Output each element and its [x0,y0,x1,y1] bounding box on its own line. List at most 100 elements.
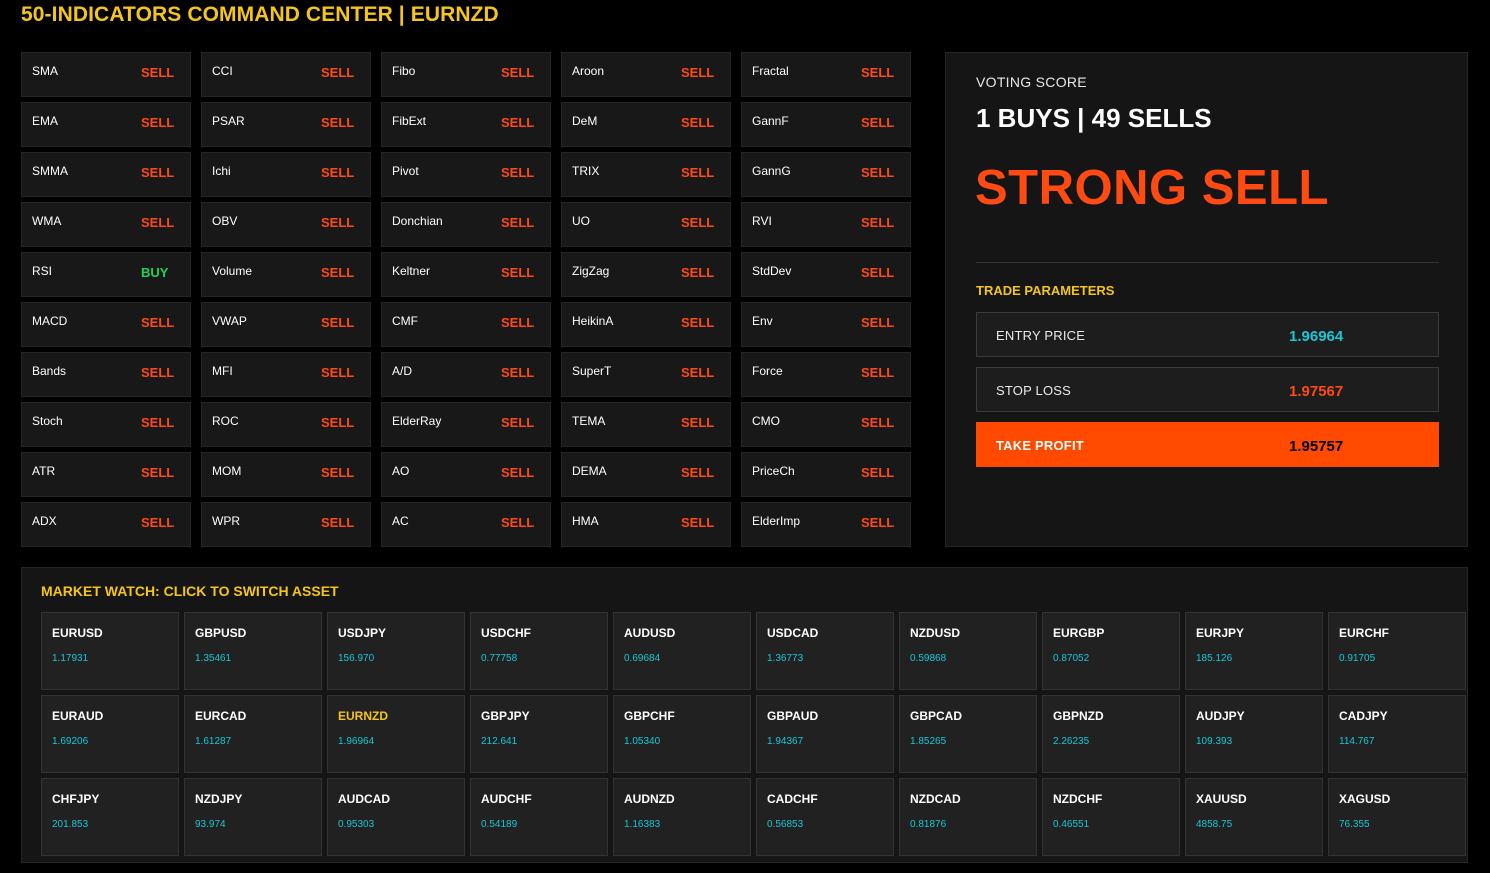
indicator-card[interactable]: ElderImp SELL [741,502,911,547]
indicator-card[interactable]: ElderRay SELL [381,402,551,447]
indicator-card[interactable]: CMO SELL [741,402,911,447]
asset-card[interactable]: NZDCAD 0.81876 [899,778,1037,856]
asset-price: 1.35461 [195,653,232,664]
asset-card[interactable]: CADCHF 0.56853 [756,778,894,856]
asset-card[interactable]: CADJPY 114.767 [1328,695,1466,773]
asset-card[interactable]: NZDCHF 0.46551 [1042,778,1180,856]
asset-card[interactable]: GBPNZD 2.26235 [1042,695,1180,773]
indicator-card[interactable]: DEMA SELL [561,452,731,497]
indicator-card[interactable]: AO SELL [381,452,551,497]
indicator-card[interactable]: Stoch SELL [21,402,191,447]
indicator-card[interactable]: RSI BUY [21,252,191,297]
indicator-name: WMA [32,214,62,228]
indicator-card[interactable]: DeM SELL [561,102,731,147]
indicator-card[interactable]: ROC SELL [201,402,371,447]
asset-symbol: GBPCHF [624,709,675,723]
indicator-card[interactable]: AC SELL [381,502,551,547]
indicator-card[interactable]: CMF SELL [381,302,551,347]
indicator-card[interactable]: SMA SELL [21,52,191,97]
indicator-card[interactable]: VWAP SELL [201,302,371,347]
indicator-card[interactable]: WMA SELL [21,202,191,247]
indicator-card[interactable]: MFI SELL [201,352,371,397]
asset-symbol: GBPCAD [910,709,963,723]
asset-symbol: NZDCHF [1053,792,1103,806]
indicator-card[interactable]: Aroon SELL [561,52,731,97]
indicator-card[interactable]: GannF SELL [741,102,911,147]
indicator-signal: SELL [141,365,175,380]
indicator-card[interactable]: Fractal SELL [741,52,911,97]
asset-card[interactable]: NZDUSD 0.59868 [899,612,1037,690]
indicator-card[interactable]: WPR SELL [201,502,371,547]
asset-card[interactable]: EURAUD 1.69206 [41,695,179,773]
indicator-card[interactable]: ATR SELL [21,452,191,497]
asset-card[interactable]: XAUUSD 4858.75 [1185,778,1323,856]
indicator-card[interactable]: TRIX SELL [561,152,731,197]
indicator-card[interactable]: ZigZag SELL [561,252,731,297]
indicator-card[interactable]: StdDev SELL [741,252,911,297]
indicator-card[interactable]: CCI SELL [201,52,371,97]
indicator-card[interactable]: Env SELL [741,302,911,347]
asset-card[interactable]: USDCHF 0.77758 [470,612,608,690]
asset-card[interactable]: GBPAUD 1.94367 [756,695,894,773]
indicator-signal: SELL [321,515,355,530]
asset-card[interactable]: GBPUSD 1.35461 [184,612,322,690]
indicator-card[interactable]: Pivot SELL [381,152,551,197]
indicator-card[interactable]: Keltner SELL [381,252,551,297]
indicator-card[interactable]: GannG SELL [741,152,911,197]
indicator-card[interactable]: SuperT SELL [561,352,731,397]
take-profit-value: 1.95757 [1289,438,1344,455]
asset-card[interactable]: EURCAD 1.61287 [184,695,322,773]
indicator-name: UO [572,214,590,228]
indicator-card[interactable]: OBV SELL [201,202,371,247]
asset-card[interactable]: AUDCAD 0.95303 [327,778,465,856]
asset-card[interactable]: EURJPY 185.126 [1185,612,1323,690]
asset-price: 1.69206 [52,736,89,747]
asset-price: 109.393 [1196,736,1233,747]
asset-symbol: NZDJPY [195,792,243,806]
indicator-card[interactable]: PSAR SELL [201,102,371,147]
asset-card[interactable]: EURGBP 0.87052 [1042,612,1180,690]
indicator-card[interactable]: Fibo SELL [381,52,551,97]
asset-card[interactable]: CHFJPY 201.853 [41,778,179,856]
indicator-card[interactable]: Bands SELL [21,352,191,397]
indicator-card[interactable]: MACD SELL [21,302,191,347]
asset-card[interactable]: EURCHF 0.91705 [1328,612,1466,690]
asset-card[interactable]: EURNZD 1.96964 [327,695,465,773]
asset-card[interactable]: GBPJPY 212.641 [470,695,608,773]
asset-card[interactable]: USDJPY 156.970 [327,612,465,690]
asset-card[interactable]: XAGUSD 76.355 [1328,778,1466,856]
indicator-signal: SELL [861,165,895,180]
asset-symbol: USDCHF [481,626,531,640]
indicator-card[interactable]: FibExt SELL [381,102,551,147]
asset-price: 0.77758 [481,653,518,664]
asset-card[interactable]: AUDJPY 109.393 [1185,695,1323,773]
indicator-card[interactable]: Volume SELL [201,252,371,297]
indicator-card[interactable]: Donchian SELL [381,202,551,247]
stop-loss-row: STOP LOSS 1.97567 [976,367,1439,412]
indicator-card[interactable]: TEMA SELL [561,402,731,447]
asset-card[interactable]: GBPCAD 1.85265 [899,695,1037,773]
asset-symbol: USDCAD [767,626,819,640]
asset-card[interactable]: AUDUSD 0.69684 [613,612,751,690]
voting-panel: VOTING SCORE 1 BUYS | 49 SELLS STRONG SE… [945,52,1468,547]
indicator-card[interactable]: EMA SELL [21,102,191,147]
indicator-card[interactable]: Ichi SELL [201,152,371,197]
indicator-card[interactable]: MOM SELL [201,452,371,497]
indicator-name: MACD [32,314,68,328]
asset-card[interactable]: NZDJPY 93.974 [184,778,322,856]
indicator-card[interactable]: Force SELL [741,352,911,397]
indicator-card[interactable]: UO SELL [561,202,731,247]
indicator-signal: SELL [681,215,715,230]
asset-card[interactable]: USDCAD 1.36773 [756,612,894,690]
indicator-card[interactable]: HMA SELL [561,502,731,547]
indicator-card[interactable]: SMMA SELL [21,152,191,197]
asset-card[interactable]: EURUSD 1.17931 [41,612,179,690]
indicator-card[interactable]: RVI SELL [741,202,911,247]
asset-card[interactable]: GBPCHF 1.05340 [613,695,751,773]
indicator-card[interactable]: ADX SELL [21,502,191,547]
indicator-card[interactable]: PriceCh SELL [741,452,911,497]
indicator-card[interactable]: HeikinA SELL [561,302,731,347]
indicator-card[interactable]: A/D SELL [381,352,551,397]
asset-card[interactable]: AUDNZD 1.16383 [613,778,751,856]
asset-card[interactable]: AUDCHF 0.54189 [470,778,608,856]
